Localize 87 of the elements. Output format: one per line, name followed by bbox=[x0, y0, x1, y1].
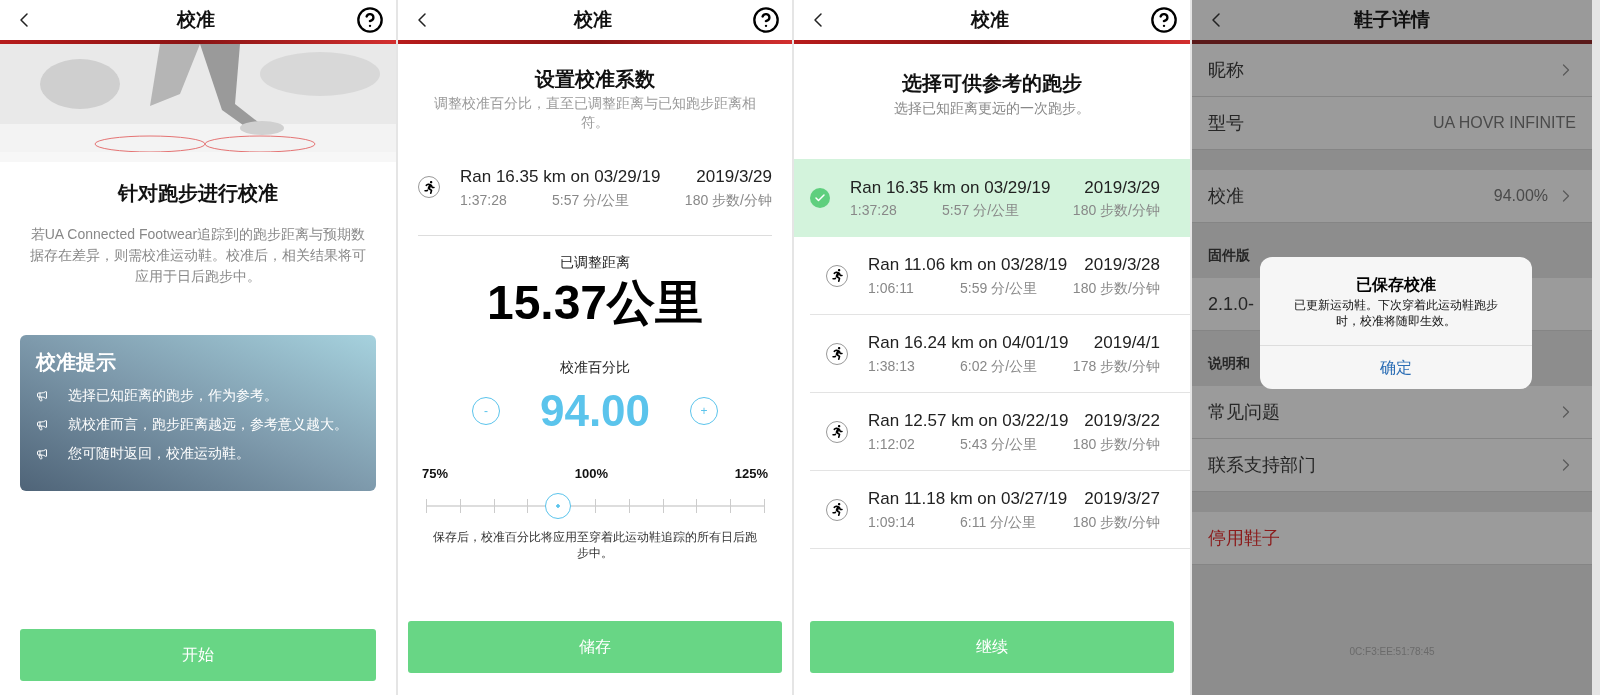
run-title: Ran 16.35 km on 03/29/19 bbox=[460, 166, 661, 188]
run-duration: 1:06:11 bbox=[868, 278, 915, 298]
screen-title: 校准 bbox=[971, 7, 1009, 32]
run-date: 2019/3/29 bbox=[696, 166, 772, 188]
slider-track[interactable] bbox=[426, 491, 764, 521]
screen-heading: 针对跑步进行校准 bbox=[116, 181, 279, 206]
row-value: 94.00% bbox=[1493, 186, 1548, 206]
runner-icon bbox=[418, 176, 440, 199]
run-title: Ran 16.35 km on 03/29/19 bbox=[850, 176, 1051, 199]
megaphone-icon bbox=[36, 389, 48, 402]
percent-value: 94.00 bbox=[539, 384, 651, 437]
dialog-title: 已保存校准 bbox=[1356, 275, 1436, 295]
check-icon bbox=[810, 188, 830, 208]
row-value: UA HOVR INFINITE bbox=[1432, 113, 1576, 133]
run-duration: 1:37:28 bbox=[850, 201, 898, 221]
max-label: 125% bbox=[734, 464, 768, 483]
slider-thumb[interactable] bbox=[544, 493, 571, 519]
screen-title: 校准 bbox=[177, 7, 215, 32]
run-list-item[interactable]: Ran 16.35 km on 03/29/19 2019/3/29 1:37:28 5:57 分/公里 180 步数/分钟 bbox=[794, 159, 1190, 237]
screen-heading: 设置校准系数 bbox=[533, 67, 656, 92]
tip-text: 选择已知距离的跑步，作为参考。 bbox=[68, 386, 278, 405]
adjusted-distance: 15.37公里 bbox=[485, 274, 705, 331]
row-label: 昵称 bbox=[1208, 58, 1244, 82]
run-duration: 1:09:14 bbox=[868, 512, 916, 532]
run-cadence: 178 步数/分钟 bbox=[1072, 356, 1160, 376]
run-cadence: 180 步数/分钟 bbox=[1072, 201, 1160, 221]
run-pace: 5:57 分/公里 bbox=[942, 201, 1021, 221]
run-title: Ran 11.18 km on 03/27/19 bbox=[868, 488, 1068, 511]
row-label: 型号 bbox=[1208, 111, 1244, 135]
runner-icon bbox=[826, 342, 848, 365]
run-cadence: 180 步数/分钟 bbox=[1072, 512, 1160, 532]
run-title: Ran 12.57 km on 03/22/19 bbox=[868, 410, 1069, 433]
settings-row[interactable]: 停用鞋子 bbox=[1192, 512, 1592, 565]
settings-row[interactable]: 联系支持部门 bbox=[1192, 439, 1592, 492]
description: 调整校准百分比，直至已调整距离与已知跑步距离相符。 bbox=[433, 94, 757, 132]
screen-title: 校准 bbox=[574, 7, 612, 32]
help-icon[interactable] bbox=[752, 6, 780, 34]
megaphone-icon bbox=[36, 447, 48, 460]
run-pace: 6:02 分/公里 bbox=[960, 356, 1039, 376]
row-label: 联系支持部门 bbox=[1208, 453, 1316, 477]
runner-icon bbox=[826, 264, 848, 287]
screen-title: 鞋子详情 bbox=[1354, 7, 1430, 32]
screen-heading: 选择可供参考的跑步 bbox=[901, 71, 1083, 96]
row-label: 停用鞋子 bbox=[1208, 526, 1280, 550]
tip-text: 您可随时返回，校准运动鞋。 bbox=[68, 444, 250, 463]
run-pace: 5:57 分/公里 bbox=[552, 190, 631, 210]
run-cadence: 180 步数/分钟 bbox=[684, 190, 772, 210]
run-cadence: 180 步数/分钟 bbox=[1072, 434, 1160, 454]
run-title: Ran 16.24 km on 04/01/19 bbox=[868, 332, 1069, 355]
row-label: 常见问题 bbox=[1208, 400, 1280, 424]
section-header: 固件版 bbox=[1208, 246, 1250, 265]
help-icon[interactable] bbox=[1150, 6, 1178, 34]
megaphone-icon bbox=[36, 418, 48, 431]
run-pace: 6:11 分/公里 bbox=[960, 512, 1037, 532]
description: 若UA Connected Footwear追踪到的跑步距离与预期数据存在差异，则需校准运动鞋。校准后，相关结果将可应用于日后跑步中。 bbox=[29, 225, 367, 286]
runner-icon bbox=[826, 420, 848, 443]
settings-row[interactable]: 昵称 bbox=[1192, 44, 1592, 97]
run-pace: 5:59 分/公里 bbox=[960, 278, 1039, 298]
run-title: Ran 11.06 km on 03/28/19 bbox=[868, 254, 1068, 277]
save-note: 保存后，校准百分比将应用至穿着此运动鞋追踪的所有日后跑步中。 bbox=[432, 529, 758, 561]
runner-icon bbox=[826, 498, 848, 521]
ok-button[interactable]: 确定 bbox=[1260, 345, 1532, 389]
run-cadence: 180 步数/分钟 bbox=[1072, 278, 1160, 298]
run-date: 2019/4/1 bbox=[1093, 332, 1160, 355]
adjusted-label: 已调整距离 bbox=[559, 252, 631, 272]
settings-row[interactable]: 常见问题 bbox=[1192, 386, 1592, 439]
settings-row[interactable]: 校准 94.00% bbox=[1192, 170, 1592, 223]
section-header: 说明和 bbox=[1208, 354, 1250, 373]
run-date: 2019/3/22 bbox=[1084, 410, 1160, 433]
description: 选择已知距离更远的一次跑步。 bbox=[893, 99, 1091, 118]
run-duration: 1:37:28 bbox=[460, 190, 508, 210]
run-duration: 1:12:02 bbox=[868, 434, 916, 454]
tips-title: 校准提示 bbox=[36, 350, 117, 375]
settings-row[interactable]: 型号 UA HOVR INFINITE bbox=[1192, 97, 1592, 150]
run-duration: 1:38:13 bbox=[868, 356, 916, 376]
run-pace: 5:43 分/公里 bbox=[960, 434, 1039, 454]
mid-label: 100% bbox=[574, 464, 608, 483]
row-label: 2.1.0- bbox=[1208, 292, 1255, 316]
help-icon[interactable] bbox=[356, 6, 384, 34]
row-label: 校准 bbox=[1208, 184, 1244, 208]
run-date: 2019/3/29 bbox=[1084, 176, 1160, 199]
run-date: 2019/3/27 bbox=[1084, 488, 1160, 511]
run-date: 2019/3/28 bbox=[1084, 254, 1160, 277]
percent-label: 校准百分比 bbox=[559, 357, 631, 377]
dialog-message: 已更新运动鞋。下次穿着此运动鞋跑步时，校准将随即生效。 bbox=[1293, 297, 1499, 329]
tip-text: 就校准而言，跑步距离越远，参考意义越大。 bbox=[68, 415, 348, 434]
min-label: 75% bbox=[422, 464, 449, 483]
